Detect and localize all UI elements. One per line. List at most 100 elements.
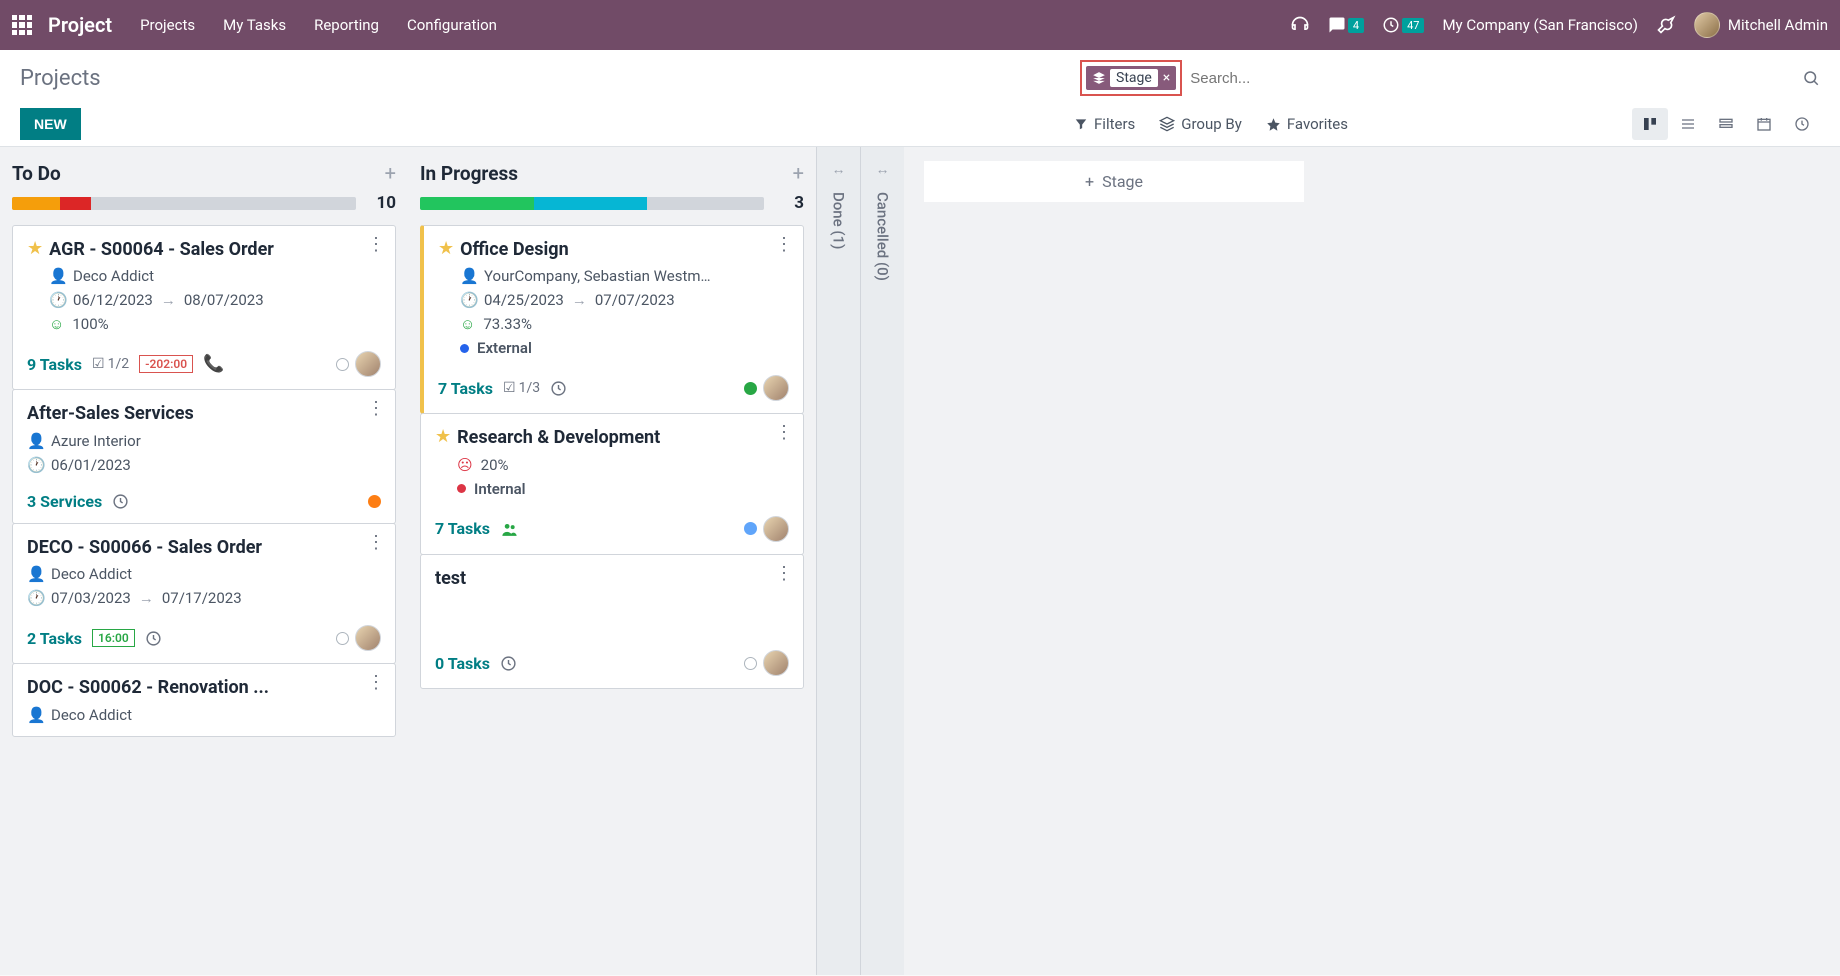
add-stage-button[interactable]: + Stage bbox=[924, 161, 1304, 202]
view-switcher bbox=[1632, 108, 1820, 140]
column-title[interactable]: To Do bbox=[12, 162, 61, 185]
filters-dropdown[interactable]: Filters bbox=[1074, 115, 1135, 133]
apps-icon[interactable] bbox=[12, 15, 32, 35]
star-icon bbox=[1266, 117, 1281, 132]
activity-clock-icon[interactable] bbox=[550, 380, 567, 397]
kanban-view-button[interactable] bbox=[1632, 108, 1668, 140]
progress-bar[interactable] bbox=[420, 197, 764, 210]
assignee-avatar[interactable] bbox=[355, 625, 381, 651]
milestone-badge[interactable]: ☑ 1/3 bbox=[503, 380, 540, 396]
list-view-button[interactable] bbox=[1670, 108, 1706, 140]
menu-my-tasks[interactable]: My Tasks bbox=[223, 16, 286, 34]
activity-clock-icon[interactable] bbox=[500, 655, 517, 672]
tasks-link[interactable]: 7 Tasks bbox=[438, 379, 493, 398]
company-switcher[interactable]: My Company (San Francisco) bbox=[1442, 16, 1637, 34]
activities-icon[interactable]: 47 bbox=[1382, 16, 1424, 34]
page-title: Projects bbox=[20, 66, 101, 91]
star-icon[interactable]: ★ bbox=[435, 426, 451, 447]
menu-reporting[interactable]: Reporting bbox=[314, 16, 379, 34]
status-circle[interactable] bbox=[368, 495, 381, 508]
groupby-dropdown[interactable]: Group By bbox=[1159, 115, 1242, 133]
project-card[interactable]: ⋮ ★Office Design 👤YourCompany, Sebastian… bbox=[420, 225, 804, 414]
user-menu[interactable]: Mitchell Admin bbox=[1694, 12, 1828, 38]
card-title: DOC - S00062 - Renovation ... bbox=[27, 676, 269, 699]
column-title[interactable]: In Progress bbox=[420, 162, 518, 185]
clock-icon: 🕐 bbox=[49, 291, 65, 309]
card-menu-icon[interactable]: ⋮ bbox=[367, 236, 385, 254]
user-name: Mitchell Admin bbox=[1728, 16, 1828, 34]
favorites-dropdown[interactable]: Favorites bbox=[1266, 115, 1348, 133]
status-circle[interactable] bbox=[336, 632, 349, 645]
debug-icon[interactable] bbox=[1656, 15, 1676, 35]
column-in-progress: In Progress + 3 ⋮ ★Office Design 👤YourCo… bbox=[408, 147, 816, 975]
arrow-icon: → bbox=[161, 291, 176, 309]
partner-name: YourCompany, Sebastian Westm… bbox=[484, 267, 711, 285]
tag-dot bbox=[460, 344, 469, 353]
card-menu-icon[interactable]: ⋮ bbox=[367, 400, 385, 418]
tag-label: Internal bbox=[474, 480, 526, 498]
assignee-avatar[interactable] bbox=[355, 351, 381, 377]
top-nav: Project Projects My Tasks Reporting Conf… bbox=[0, 0, 1840, 50]
control-panel: Projects Stage × NEW Filters bbox=[0, 50, 1840, 147]
time-badge: 16:00 bbox=[92, 629, 135, 647]
tag-label: External bbox=[477, 339, 532, 357]
menu-configuration[interactable]: Configuration bbox=[407, 16, 497, 34]
remove-facet-icon[interactable]: × bbox=[1163, 70, 1170, 86]
search-icon[interactable] bbox=[1802, 69, 1820, 87]
messages-icon[interactable]: 4 bbox=[1328, 16, 1364, 34]
card-menu-icon[interactable]: ⋮ bbox=[775, 236, 793, 254]
project-card[interactable]: ⋮ After-Sales Services 👤Azure Interior 🕐… bbox=[12, 389, 396, 523]
layers-icon bbox=[1092, 71, 1106, 85]
status-circle[interactable] bbox=[744, 522, 757, 535]
messages-badge: 4 bbox=[1348, 18, 1364, 33]
project-card[interactable]: ⋮ ★AGR - S00064 - Sales Order 👤Deco Addi… bbox=[12, 225, 396, 390]
collaborators-icon[interactable] bbox=[500, 519, 519, 539]
filter-icon bbox=[1074, 117, 1088, 131]
search-facet-label: Stage bbox=[1110, 69, 1158, 87]
activity-view-button[interactable] bbox=[1784, 108, 1820, 140]
voip-icon[interactable] bbox=[1290, 15, 1310, 35]
menu-projects[interactable]: Projects bbox=[140, 16, 195, 34]
column-cancelled-collapsed[interactable]: ↔ Cancelled (0) bbox=[860, 147, 904, 975]
quick-create-icon[interactable]: + bbox=[793, 161, 804, 185]
phone-icon[interactable]: 📞 bbox=[203, 354, 224, 374]
card-menu-icon[interactable]: ⋮ bbox=[367, 674, 385, 692]
progress-bar[interactable] bbox=[12, 197, 356, 210]
smiley-good-icon: ☺ bbox=[49, 315, 64, 333]
tasks-link[interactable]: 9 Tasks bbox=[27, 355, 82, 374]
tasks-link[interactable]: 0 Tasks bbox=[435, 654, 490, 673]
activity-clock-icon[interactable] bbox=[112, 493, 129, 510]
card-menu-icon[interactable]: ⋮ bbox=[775, 565, 793, 583]
user-icon: 👤 bbox=[460, 267, 476, 285]
column-done-collapsed[interactable]: ↔ Done (1) bbox=[816, 147, 860, 975]
quick-create-icon[interactable]: + bbox=[385, 161, 396, 185]
card-menu-icon[interactable]: ⋮ bbox=[367, 534, 385, 552]
project-card[interactable]: ⋮ DECO - S00066 - Sales Order 👤Deco Addi… bbox=[12, 523, 396, 664]
status-circle[interactable] bbox=[744, 382, 757, 395]
activity-clock-icon[interactable] bbox=[145, 630, 162, 647]
star-icon[interactable]: ★ bbox=[438, 238, 454, 259]
app-brand[interactable]: Project bbox=[48, 13, 112, 37]
status-circle[interactable] bbox=[336, 358, 349, 371]
card-menu-icon[interactable]: ⋮ bbox=[775, 424, 793, 442]
project-card[interactable]: ⋮ test 0 Tasks bbox=[420, 554, 804, 689]
smiley-bad-icon: ☹ bbox=[457, 456, 473, 474]
assignee-avatar[interactable] bbox=[763, 650, 789, 676]
milestone-badge[interactable]: ☑ 1/2 bbox=[92, 356, 129, 372]
tasks-link[interactable]: 3 Services bbox=[27, 492, 102, 511]
calendar-view-button[interactable] bbox=[1746, 108, 1782, 140]
tasks-link[interactable]: 2 Tasks bbox=[27, 629, 82, 648]
new-button[interactable]: NEW bbox=[20, 108, 81, 140]
project-card[interactable]: ⋮ ★Research & Development ☹20% Internal … bbox=[420, 413, 804, 554]
tasks-link[interactable]: 7 Tasks bbox=[435, 519, 490, 538]
star-icon[interactable]: ★ bbox=[27, 238, 43, 259]
form-view-button[interactable] bbox=[1708, 108, 1744, 140]
assignee-avatar[interactable] bbox=[763, 375, 789, 401]
status-circle[interactable] bbox=[744, 657, 757, 670]
search-facet-stage[interactable]: Stage × bbox=[1086, 66, 1176, 90]
layers-icon bbox=[1159, 116, 1175, 132]
search-input[interactable] bbox=[1182, 64, 1802, 93]
assignee-avatar[interactable] bbox=[763, 516, 789, 542]
column-count: 10 bbox=[368, 193, 396, 213]
project-card[interactable]: ⋮ DOC - S00062 - Renovation ... 👤Deco Ad… bbox=[12, 663, 396, 736]
